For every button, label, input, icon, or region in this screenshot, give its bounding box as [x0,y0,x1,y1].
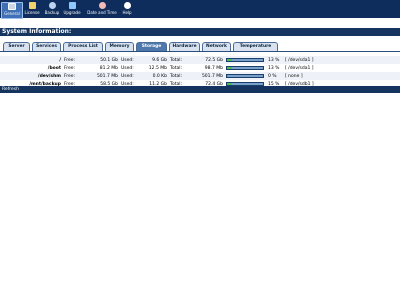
usage-bar [226,58,264,62]
mount-point: /boot [47,65,61,71]
tab-hardware[interactable]: Hardware [169,42,200,51]
total-value: 501.7 Mb [201,73,223,79]
mount-point: /dev/shm [37,73,61,79]
tab-underline [0,51,400,52]
toolbar-help-button[interactable]: Help [121,2,133,17]
total-label: Total: [170,65,183,71]
used-value: 0.0 Kb [152,73,167,79]
tab-temperature[interactable]: Temperature [233,42,278,51]
usage-bar [226,74,264,78]
top-toolbar: General License Backup Upgrade Date and … [0,0,400,19]
page-title: System Information: [0,28,400,36]
used-value: 12.5 Mb [148,65,167,71]
license-icon [28,2,36,9]
toolbar-upgrade-button[interactable]: Upgrade [62,2,82,17]
used-label: Used: [121,73,134,79]
total-label: Total: [170,57,183,63]
table-row: /boot Free: 81.2 Mb Used: 12.5 Mb Total:… [0,64,400,72]
backup-icon [48,2,56,9]
tab-network[interactable]: Network [202,42,231,51]
device-name: [ /dev/sda1 ] [285,65,314,71]
tab-storage[interactable]: Storage [136,42,167,51]
clock-icon [98,2,106,9]
help-icon [123,2,131,9]
footer-bar: Refresh [0,86,400,93]
tab-memory[interactable]: Memory [105,42,134,51]
usage-cell [226,56,268,64]
free-label: Free: [64,73,76,79]
free-label: Free: [64,57,76,63]
refresh-button[interactable]: Refresh [0,86,19,93]
usage-bar [226,66,264,70]
usage-percent: 0 % [268,73,277,79]
total-value: 72.5 Gb [205,57,223,63]
usage-cell [226,72,268,80]
total-value: 98.7 Mb [204,65,223,71]
mount-point: / [59,57,61,63]
upgrade-icon [68,2,76,9]
free-value: 50.1 Gb [100,57,118,63]
device-name: [ /dev/sda1 ] [285,57,314,63]
tab-services[interactable]: Services [32,42,61,51]
free-label: Free: [64,65,76,71]
used-label: Used: [121,57,134,63]
tab-process-list[interactable]: Process List [63,42,103,51]
device-name: [ none ] [285,73,303,79]
free-value: 81.2 Mb [99,65,118,71]
toolbar-date-time-button[interactable]: Date and Time [84,2,120,17]
table-row: /dev/shm Free: 501.7 Mb Used: 0.0 Kb Tot… [0,72,400,80]
toolbar-license-button[interactable]: License [23,2,41,17]
used-value: 9.6 Gb [152,57,167,63]
table-row: / Free: 50.1 Gb Used: 9.6 Gb Total: 72.5… [0,56,400,64]
toolbar-general-button[interactable]: General [1,2,23,19]
usage-percent: 13 % [268,65,280,71]
toolbar-backup-button[interactable]: Backup [43,2,61,17]
monitor-icon [8,3,16,10]
free-value: 501.7 Mb [96,73,118,79]
total-label: Total: [170,73,183,79]
usage-percent: 13 % [268,57,280,63]
used-label: Used: [121,65,134,71]
tab-server[interactable]: Server [3,42,30,51]
usage-cell [226,64,268,72]
storage-table: / Free: 50.1 Gb Used: 9.6 Gb Total: 72.5… [0,56,400,88]
